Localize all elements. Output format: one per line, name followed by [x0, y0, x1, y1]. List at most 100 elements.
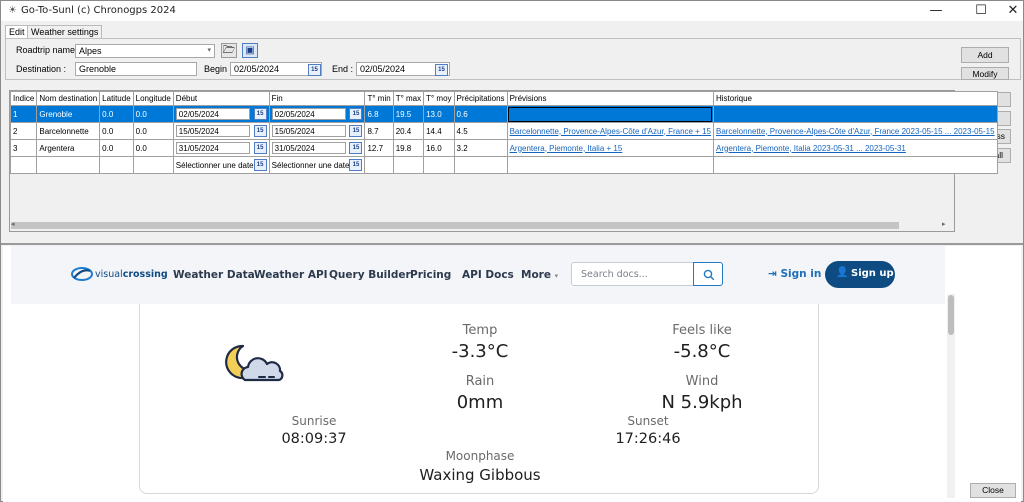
col-header[interactable]: Début — [172, 91, 270, 106]
fin-date-input[interactable]: 15/05/2024 — [271, 125, 346, 137]
cell-lat[interactable]: 0.0 — [99, 105, 134, 123]
maximize-button[interactable]: ☐ — [964, 1, 998, 21]
open-folder-button[interactable]: 🗁 — [221, 43, 237, 58]
scroll-left-icon[interactable]: ◂ — [11, 220, 15, 228]
nav-query-builder[interactable]: Query Builder — [329, 269, 411, 281]
cell-debut[interactable]: Sélectionner une date 15 — [172, 156, 270, 174]
col-header[interactable]: Historique — [712, 91, 998, 106]
calendar-icon[interactable]: 15 — [349, 108, 363, 120]
col-header[interactable]: Fin — [268, 91, 366, 106]
roadtrip-select[interactable]: Alpes ▾ — [75, 44, 215, 58]
table-row[interactable]: 3 Argentera 0.0 0.0 31/05/2024 15 31/05/2… — [9, 139, 998, 157]
prev-link[interactable]: Barcelonnette, Provence-Alpes-Côte d'Azu… — [510, 127, 711, 136]
calendar-icon[interactable]: 15 — [253, 142, 267, 154]
select-date-placeholder[interactable]: Sélectionner une date — [176, 161, 254, 170]
table-row-new[interactable]: Sélectionner une date 15 Sélectionner une… — [9, 156, 998, 174]
destination-input[interactable]: Grenoble — [75, 62, 197, 76]
cell-fin[interactable]: 31/05/2024 15 — [268, 139, 366, 157]
cell-debut[interactable]: 15/05/2024 15 — [172, 122, 270, 140]
cell-fin[interactable]: Sélectionner une date 15 — [268, 156, 366, 174]
fin-date-input[interactable]: 02/05/2024 — [271, 108, 346, 120]
cell-nom[interactable]: Grenoble — [36, 105, 101, 123]
sign-up-button[interactable]: 👤 Sign up — [825, 261, 895, 288]
nav-weather-data[interactable]: Weather Data — [173, 269, 255, 281]
modify-button[interactable]: Modify — [961, 67, 1009, 80]
add-button[interactable]: Add — [961, 47, 1009, 63]
cell-hist[interactable]: Argentera, Piemonte, Italia 2023-05-31 .… — [712, 139, 998, 157]
search-button[interactable] — [693, 262, 723, 286]
col-header[interactable]: T° moy — [423, 91, 455, 106]
cell-prev[interactable] — [506, 105, 714, 123]
cell-hist[interactable] — [712, 105, 998, 123]
cell-hist[interactable]: Barcelonnette, Provence-Alpes-Côte d'Azu… — [712, 122, 998, 140]
temp-value: -3.3°C — [451, 341, 509, 362]
minimize-button[interactable]: — — [919, 1, 953, 21]
calendar-icon[interactable]: 15 — [349, 159, 363, 171]
cell-tmin: 12.7 — [364, 139, 394, 157]
tab-edit[interactable]: Edit — [5, 25, 29, 39]
col-header[interactable]: Indice — [9, 91, 38, 106]
calendar-icon[interactable]: 15 — [253, 108, 267, 120]
calendar-icon[interactable]: 15 — [349, 142, 363, 154]
hist-link[interactable]: Barcelonnette, Provence-Alpes-Côte d'Azu… — [716, 127, 995, 136]
title-bar: ☀ Go-To-Sunl (c) Chronogps 2024 — ☐ ✕ — [1, 1, 1023, 21]
debut-date-input[interactable]: 02/05/2024 — [175, 108, 250, 120]
calendar-icon[interactable]: 15 — [253, 125, 267, 137]
nav-pricing[interactable]: Pricing — [410, 269, 451, 281]
debut-date-input[interactable]: 31/05/2024 — [175, 142, 250, 154]
debut-date-input[interactable]: 15/05/2024 — [175, 125, 250, 137]
visualcrossing-logo-icon[interactable] — [71, 266, 93, 282]
scroll-right-icon[interactable]: ▸ — [942, 220, 946, 228]
cell-prev[interactable]: Barcelonnette, Provence-Alpes-Côte d'Azu… — [506, 122, 714, 140]
select-date-placeholder[interactable]: Sélectionner une date — [272, 161, 350, 170]
cell-lon[interactable]: 0.0 — [132, 139, 174, 157]
nav-more[interactable]: More ▾ — [521, 269, 558, 281]
col-header[interactable]: T° max — [392, 91, 425, 106]
cell-nom[interactable]: Barcelonnette — [36, 122, 101, 140]
close-window-button[interactable]: ✕ — [996, 1, 1024, 21]
col-header[interactable]: Latitude — [99, 91, 134, 106]
nav-weather-api[interactable]: Weather API — [254, 269, 328, 281]
cell-lon[interactable]: 0.0 — [132, 105, 174, 123]
tab-weather-settings[interactable]: Weather settings — [27, 25, 103, 39]
cell-debut[interactable]: 31/05/2024 15 — [172, 139, 270, 157]
web-scroll-thumb[interactable] — [948, 295, 954, 335]
end-calendar-icon[interactable]: 15 — [435, 64, 448, 76]
table-row[interactable]: 1 Grenoble 0.0 0.0 02/05/2024 15 02/05/20… — [9, 105, 998, 123]
sign-in-link[interactable]: ⇥ Sign in — [768, 268, 821, 280]
col-header[interactable]: Précipitations — [453, 91, 508, 106]
cell-debut[interactable]: 02/05/2024 15 — [172, 105, 270, 123]
calendar-icon[interactable]: 15 — [253, 159, 267, 171]
close-button[interactable]: Close — [970, 483, 1016, 498]
horizontal-scroll-thumb[interactable] — [11, 222, 899, 229]
wind-value: N 5.9kph — [661, 392, 743, 413]
nav-api-docs[interactable]: API Docs — [462, 269, 514, 281]
begin-calendar-icon[interactable]: 15 — [308, 64, 321, 76]
hist-link[interactable]: Argentera, Piemonte, Italia 2023-05-31 .… — [716, 144, 906, 153]
window-title: Go-To-Sunl (c) Chronogps 2024 — [21, 5, 176, 16]
col-header[interactable]: T° min — [364, 91, 394, 106]
prev-link[interactable]: Argentera, Piemonte, Italia + 15 — [510, 144, 623, 153]
cell-tmax: 19.8 — [392, 139, 425, 157]
splitter[interactable] — [1, 243, 1023, 245]
cell-nom[interactable]: Argentera — [36, 139, 101, 157]
cell-fin[interactable]: 02/05/2024 15 — [268, 105, 366, 123]
cell-indice: 1 — [9, 105, 38, 123]
table-row[interactable]: 2 Barcelonnette 0.0 0.0 15/05/2024 15 15/… — [9, 122, 998, 140]
col-header[interactable]: Prévisions — [506, 91, 714, 106]
fin-date-input[interactable]: 31/05/2024 — [271, 142, 346, 154]
folder-icon: 🗁 — [222, 45, 236, 56]
cell-lon[interactable]: 0.0 — [132, 122, 174, 140]
col-header[interactable]: Longitude — [132, 91, 174, 106]
rain-value: 0mm — [456, 392, 504, 413]
cell-lat[interactable]: 0.0 — [99, 139, 134, 157]
wind-label: Wind — [685, 374, 719, 389]
cell-fin[interactable]: 15/05/2024 15 — [268, 122, 366, 140]
calendar-icon[interactable]: 15 — [349, 125, 363, 137]
brand-wordmark[interactable]: visualcrossing — [95, 269, 168, 280]
cell-lat[interactable]: 0.0 — [99, 122, 134, 140]
save-button[interactable]: ▣ — [242, 43, 258, 58]
col-header[interactable]: Nom destination — [36, 91, 101, 106]
cell-prev[interactable]: Argentera, Piemonte, Italia + 15 — [506, 139, 714, 157]
web-view: 08:19 Temp -3.3°C Feels like -5.8°C Rain… — [3, 246, 1021, 502]
